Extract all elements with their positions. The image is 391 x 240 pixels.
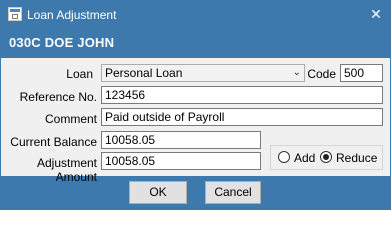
window-title: Loan Adjustment — [27, 8, 117, 22]
reference-input[interactable]: 123456 — [101, 86, 383, 104]
employee-name-header: 030C DOE JOHN — [9, 35, 115, 50]
comment-input[interactable]: Paid outside of Payroll — [101, 108, 383, 126]
add-radio-label[interactable]: Add — [294, 151, 315, 165]
app-window-icon — [8, 7, 22, 21]
add-radio[interactable] — [278, 151, 290, 163]
form-panel: Loan Personal Loan ⌄ Code 500 Reference … — [1, 58, 390, 184]
reduce-radio[interactable] — [320, 151, 332, 163]
loan-adjustment-window: Loan Adjustment ✕ 030C DOE JOHN Loan Per… — [0, 0, 391, 210]
ok-button[interactable]: OK — [129, 181, 187, 204]
loan-select-value: Personal Loan — [105, 66, 183, 80]
adjustment-amount-input[interactable]: 10058.05 — [101, 152, 261, 170]
adjustment-type-group: Add Reduce — [270, 145, 383, 170]
code-input[interactable]: 500 — [340, 64, 383, 82]
reduce-radio-label[interactable]: Reduce — [336, 151, 377, 165]
button-bar: OK Cancel — [0, 176, 391, 210]
title-bar: Loan Adjustment ✕ — [0, 0, 391, 29]
code-label: Code — [307, 67, 336, 81]
chevron-down-icon[interactable]: ⌄ — [293, 65, 301, 81]
reference-label: Reference No. — [19, 90, 97, 104]
loan-label: Loan — [66, 67, 93, 81]
current-balance-input[interactable]: 10058.05 — [101, 131, 261, 149]
close-icon[interactable]: ✕ — [369, 7, 383, 21]
comment-label: Comment — [44, 112, 97, 126]
current-balance-label: Current Balance — [10, 135, 97, 149]
cancel-button[interactable]: Cancel — [205, 181, 261, 204]
loan-select[interactable]: Personal Loan ⌄ — [101, 64, 305, 82]
